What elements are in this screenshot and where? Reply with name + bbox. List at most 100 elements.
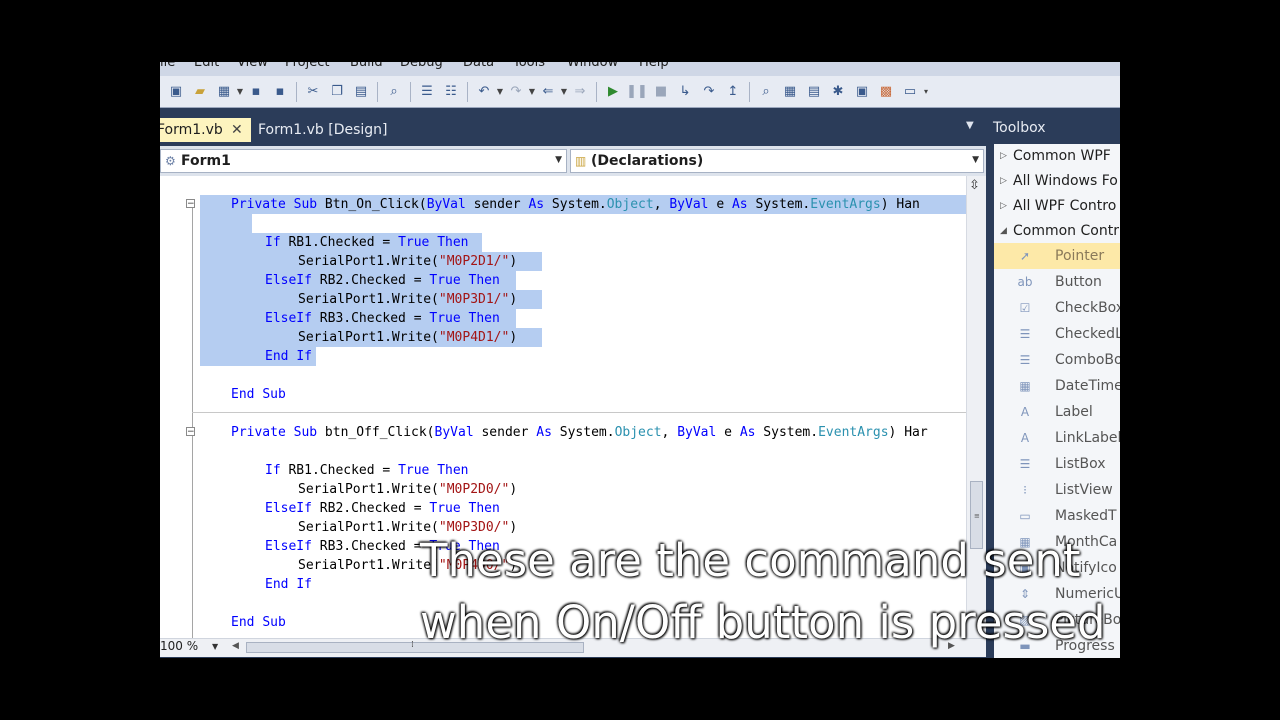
toolbox-category[interactable]: ▷ All WPF Contro <box>994 194 1120 218</box>
toolbox-item-checkedlistbox[interactable]: ☰ CheckedL <box>994 321 1120 347</box>
checkbox-icon: ☑ <box>1019 301 1031 315</box>
pointer-icon: ➚ <box>1019 249 1031 263</box>
linklabel-icon: A <box>1020 431 1030 445</box>
tab-label: Form1.vb <box>160 122 223 138</box>
chevron-down-icon[interactable]: ▼ <box>560 83 568 101</box>
comment-icon[interactable]: ☰ <box>418 83 436 101</box>
outlining-margin <box>160 176 200 640</box>
menu-window[interactable]: Window <box>567 62 618 70</box>
menu-help[interactable]: Help <box>639 62 669 70</box>
tab-form1-vb[interactable]: Form1.vb ✕ <box>160 118 251 142</box>
toolbar-separator <box>410 81 411 102</box>
code-line: End If <box>265 349 312 364</box>
toolbox-item-label[interactable]: A Label <box>994 399 1120 425</box>
toolbox-item-pointer[interactable]: ➚ Pointer <box>994 243 1120 269</box>
code-line: Private Sub Btn_On_Click(ByVal sender As… <box>231 197 920 212</box>
outlining-line <box>192 200 193 640</box>
zoom-level[interactable]: 100 % <box>160 639 198 653</box>
start-debugging-icon[interactable]: ▶ <box>604 83 622 101</box>
toolbar-separator <box>377 81 378 102</box>
toolbox-item-listview[interactable]: ⁝ ListView <box>994 477 1120 503</box>
menu-debug[interactable]: Debug <box>400 62 443 70</box>
menu-view[interactable]: View <box>237 62 268 70</box>
toolbox-item-button[interactable]: ab Button <box>994 269 1120 295</box>
chevron-down-icon[interactable]: ▼ <box>236 83 244 101</box>
extension-icon[interactable]: ▭ <box>901 83 919 101</box>
copy-icon[interactable]: ❐ <box>328 83 346 101</box>
collapse-icon[interactable]: − <box>186 199 195 209</box>
menu-file[interactable]: ile <box>160 62 175 70</box>
properties-icon[interactable]: ▤ <box>805 83 823 101</box>
expand-icon: ▷ <box>1000 151 1007 161</box>
toolbox-item-checkbox[interactable]: ☑ CheckBox <box>994 295 1120 321</box>
chevron-down-icon: ▼ <box>555 155 562 165</box>
method-name-dropdown[interactable]: ▥ (Declarations) ▼ <box>570 149 984 173</box>
code-line: SerialPort1.Write("M0P2D1/") <box>298 254 518 269</box>
menu-bar: ile Edit View Project Build Debug Data T… <box>160 62 1120 76</box>
add-item-icon[interactable]: ▦ <box>215 83 233 101</box>
close-icon[interactable]: ✕ <box>231 118 243 142</box>
redo-icon[interactable]: ↷ <box>507 83 525 101</box>
cut-icon[interactable]: ✂ <box>304 83 322 101</box>
code-line: End Sub <box>231 615 286 630</box>
code-line: If RB1.Checked = True Then <box>265 463 469 478</box>
collapse-icon: ◢ <box>1000 226 1007 236</box>
step-out-icon[interactable]: ↥ <box>724 83 742 101</box>
new-project-icon[interactable]: ▣ <box>167 83 185 101</box>
find-icon[interactable]: ⌕ <box>385 83 403 101</box>
chevron-down-icon[interactable]: ▼ <box>528 83 536 101</box>
datetime-icon: ▦ <box>1019 379 1031 393</box>
save-icon[interactable]: ▪ <box>247 83 265 101</box>
toolbox-icon[interactable]: ▣ <box>853 83 871 101</box>
toolbar-options-icon[interactable]: ▾ <box>922 83 930 101</box>
expand-icon: ▷ <box>1000 176 1007 186</box>
paste-icon[interactable]: ▤ <box>352 83 370 101</box>
solution-explorer-icon[interactable]: ▦ <box>781 83 799 101</box>
toolbox-category[interactable]: ◢ Common Contr <box>994 219 1120 243</box>
checkedlistbox-icon: ☰ <box>1019 327 1031 341</box>
scroll-left-icon[interactable]: ◀ <box>232 641 239 651</box>
find-in-files-icon[interactable]: ⌕ <box>757 83 775 101</box>
pause-icon[interactable]: ❚❚ <box>626 83 648 101</box>
code-line: SerialPort1.Write("M0P3D1/") <box>298 292 518 307</box>
procedure-separator <box>192 412 966 413</box>
chevron-down-icon[interactable]: ▼ <box>496 83 504 101</box>
toolbar-separator <box>749 81 750 102</box>
toolbar-separator <box>296 81 297 102</box>
open-folder-icon[interactable]: ▰ <box>191 83 209 101</box>
class-name-dropdown[interactable]: ⚙ Form1 ▼ <box>160 149 567 173</box>
step-over-icon[interactable]: ↷ <box>700 83 718 101</box>
menu-project[interactable]: Project <box>285 62 329 70</box>
menu-build[interactable]: Build <box>350 62 383 70</box>
undo-icon[interactable]: ↶ <box>475 83 493 101</box>
toolbox-item-linklabel[interactable]: A LinkLabel <box>994 425 1120 451</box>
maskedtextbox-icon: ▭ <box>1019 509 1031 523</box>
toolbox-category[interactable]: ▷ Common WPF <box>994 144 1120 168</box>
menu-tools[interactable]: Tools <box>513 62 545 70</box>
toolbox-item-datetime[interactable]: ▦ DateTime <box>994 373 1120 399</box>
button-icon: ab <box>1017 275 1033 289</box>
chevron-down-icon[interactable]: ▼ <box>212 642 218 651</box>
collapse-icon[interactable]: − <box>186 427 195 437</box>
object-browser-icon[interactable]: ✱ <box>829 83 847 101</box>
toolbox-item-listbox[interactable]: ☰ ListBox <box>994 451 1120 477</box>
menu-data[interactable]: Data <box>463 62 494 70</box>
toolbar-separator <box>596 81 597 102</box>
uncomment-icon[interactable]: ☷ <box>442 83 460 101</box>
save-all-icon[interactable]: ▪ <box>271 83 289 101</box>
stop-icon[interactable]: ■ <box>652 83 670 101</box>
code-line: ElseIf RB2.Checked = True Then <box>265 273 500 288</box>
step-into-icon[interactable]: ↳ <box>676 83 694 101</box>
toolbox-item-maskedtextbox[interactable]: ▭ MaskedT <box>994 503 1120 529</box>
menu-edit[interactable]: Edit <box>194 62 219 70</box>
toolbox-item-combobox[interactable]: ☰ ComboBo <box>994 347 1120 373</box>
tab-form1-design[interactable]: Form1.vb [Design] <box>252 118 394 142</box>
chevron-down-icon[interactable]: ▼ <box>966 120 974 131</box>
start-page-icon[interactable]: ▩ <box>877 83 895 101</box>
toolbox-category[interactable]: ▷ All Windows Fo <box>994 169 1120 193</box>
expand-icon: ▷ <box>1000 201 1007 211</box>
navigate-back-icon[interactable]: ⇐ <box>539 83 557 101</box>
navigate-forward-icon[interactable]: ⇒ <box>571 83 589 101</box>
navigation-bar: ⚙ Form1 ▼ ▥ (Declarations) ▼ <box>160 146 986 176</box>
split-window-icon[interactable]: ⇳ <box>969 178 980 193</box>
